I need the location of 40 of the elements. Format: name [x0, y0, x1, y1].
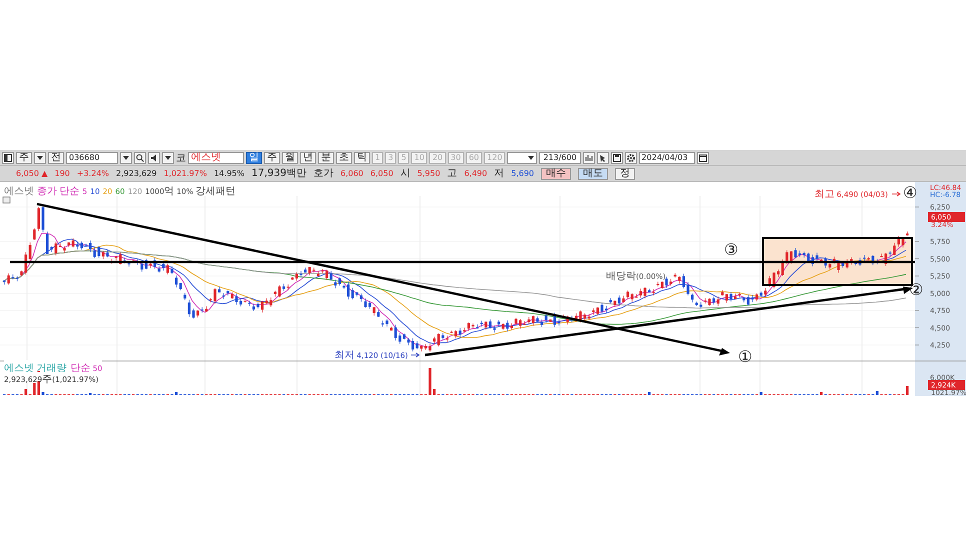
marker-label: ① [738, 347, 752, 366]
buy-button[interactable]: 매수 [541, 168, 572, 180]
quote-value: 6,490 [464, 169, 488, 178]
quote-value: 시 [400, 168, 410, 179]
period-tab[interactable]: 초 [336, 152, 352, 164]
sell-button[interactable]: 매도 [578, 168, 608, 180]
quote-value: 2,923,629 [116, 169, 157, 178]
quote-value: 1,021.97% [164, 169, 207, 178]
period-tab[interactable]: 틱 [354, 152, 370, 164]
period-tab[interactable]: 주 [264, 152, 280, 164]
period-tab[interactable]: 월 [282, 152, 298, 164]
date-field[interactable]: 2024/04/03 [638, 152, 695, 164]
legend-label: 종가 단순 [37, 184, 80, 194]
quote-value: 5,950 [417, 169, 440, 178]
quote-value: 6,050 ▲ [16, 169, 48, 178]
legend-label: 에스넷 [4, 184, 34, 194]
volume-title: 에스넷 거래량 [4, 362, 66, 371]
quote-value: 고 [447, 168, 458, 179]
quote-value: 6,060 [340, 169, 364, 178]
quote-value: 호가 [313, 168, 334, 179]
stock-name-field[interactable]: 에스넷 [188, 152, 244, 164]
quote-value: 6,050 [370, 169, 394, 178]
quote-value: 17,939백만 [251, 168, 306, 179]
marker-label: ③ [724, 240, 738, 259]
marker-label: ④ [903, 183, 918, 202]
quote-value: 5,690 [511, 169, 534, 178]
order-button[interactable]: 정 [615, 168, 636, 180]
quote-value: +3.24% [76, 169, 110, 178]
count-field[interactable]: 213/600 [539, 152, 581, 164]
market-button[interactable]: 주 [16, 152, 32, 164]
type-button[interactable]: 전 [48, 152, 64, 164]
period-tab[interactable]: 년 [300, 152, 316, 164]
quote-value: 14.95% [214, 169, 244, 178]
code-field[interactable]: 036680 [66, 152, 118, 164]
quote-value: 190 [54, 169, 70, 178]
period-tab[interactable]: 일 [246, 152, 262, 164]
period-tab[interactable]: 분 [318, 152, 334, 164]
quote-value: 저 [494, 168, 504, 179]
exchange-label: 코 [176, 152, 186, 164]
marker-label: ② [909, 280, 924, 299]
